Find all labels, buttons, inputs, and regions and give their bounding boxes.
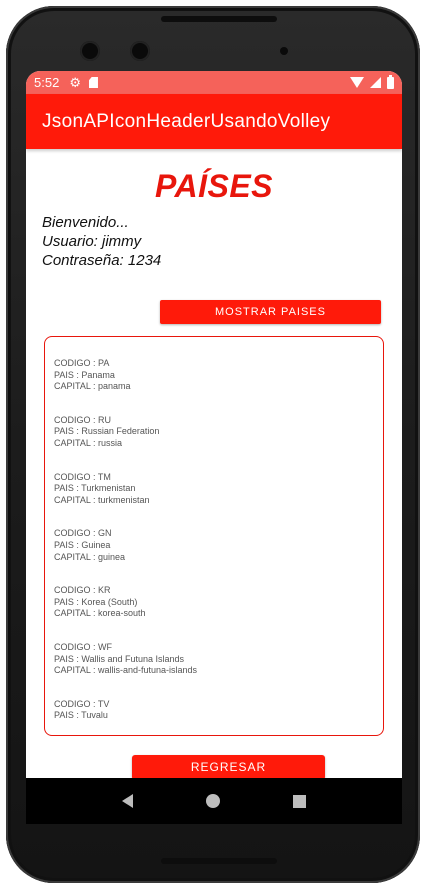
country-capital: CAPITAL : russia <box>54 437 123 448</box>
show-countries-button[interactable]: MOSTRAR PAISES <box>160 300 381 324</box>
country-capital: CAPITAL : turkmenistan <box>54 494 150 505</box>
country-capital: CAPITAL : korea-south <box>54 608 146 619</box>
country-name: PAIS : Tuvalu <box>54 710 108 721</box>
user-info: Bienvenido... Usuario: jimmy Contraseña:… <box>42 213 402 270</box>
back-icon[interactable] <box>122 794 134 808</box>
country-code: CODIGO : TV <box>54 698 110 709</box>
app-title: JsonAPIconHeaderUsandoVolley <box>42 110 331 132</box>
list-item: CODIGO : PA PAIS : Panama CAPITAL : pana… <box>54 358 374 393</box>
sd-card-icon <box>88 77 98 88</box>
list-item: CODIGO : TV PAIS : Tuvalu <box>54 699 374 722</box>
status-bar: 5:52 ⚙ <box>26 71 402 94</box>
earpiece <box>161 16 277 22</box>
status-time: 5:52 <box>34 75 60 90</box>
country-code: CODIGO : GN <box>54 528 112 539</box>
country-name: PAIS : Russian Federation <box>54 426 160 437</box>
country-code: CODIGO : WF <box>54 641 112 652</box>
signal-icon <box>370 77 381 88</box>
navigation-bar <box>26 778 402 824</box>
country-code: CODIGO : TM <box>54 471 111 482</box>
wifi-icon <box>350 77 364 88</box>
page-title: PAÍSES <box>155 168 273 204</box>
gear-icon: ⚙ <box>69 75 81 90</box>
list-item: CODIGO : GN PAIS : Guinea CAPITAL : guin… <box>54 528 374 563</box>
password-text: Contraseña: 1234 <box>42 252 162 269</box>
country-name: PAIS : Turkmenistan <box>54 483 136 494</box>
home-icon[interactable] <box>205 794 220 808</box>
battery-icon <box>387 74 394 89</box>
list-item: CODIGO : KR PAIS : Korea (South) CAPITAL… <box>54 585 374 620</box>
device-screen: 5:52 ⚙ JsonAPIconHeaderUsandoVolley PAÍS… <box>26 71 402 822</box>
list-item: CODIGO : TM PAIS : Turkmenistan CAPITAL … <box>54 472 374 507</box>
country-name: PAIS : Panama <box>54 369 115 380</box>
list-item: CODIGO : RU PAIS : Russian Federation CA… <box>54 415 374 450</box>
welcome-text: Bienvenido... <box>42 214 129 231</box>
country-capital: CAPITAL : panama <box>54 381 131 392</box>
countries-list[interactable]: CODIGO : PA PAIS : Panama CAPITAL : pana… <box>44 336 384 736</box>
country-capital: CAPITAL : guinea <box>54 551 126 562</box>
list-item: CODIGO : WF PAIS : Wallis and Futuna Isl… <box>54 642 374 677</box>
proximity-sensor-icon <box>280 47 288 55</box>
front-camera-icon <box>80 41 100 61</box>
recents-icon[interactable] <box>292 794 306 808</box>
country-code: CODIGO : KR <box>54 585 111 596</box>
country-name: PAIS : Korea (South) <box>54 596 138 607</box>
username-text: Usuario: jimmy <box>42 233 142 250</box>
bottom-speaker <box>161 858 277 864</box>
country-code: CODIGO : RU <box>54 414 112 425</box>
main-content: PAÍSES Bienvenido... Usuario: jimmy Cont… <box>26 168 402 780</box>
country-code: CODIGO : PA <box>54 358 110 368</box>
country-name: PAIS : Guinea <box>54 539 111 550</box>
front-sensor-icon <box>130 41 150 61</box>
country-name: PAIS : Wallis and Futuna Islands <box>54 653 185 664</box>
country-capital: CAPITAL : wallis-and-futuna-islands <box>54 665 198 676</box>
back-button[interactable]: REGRESAR <box>132 755 325 780</box>
app-bar: JsonAPIconHeaderUsandoVolley <box>26 94 402 149</box>
